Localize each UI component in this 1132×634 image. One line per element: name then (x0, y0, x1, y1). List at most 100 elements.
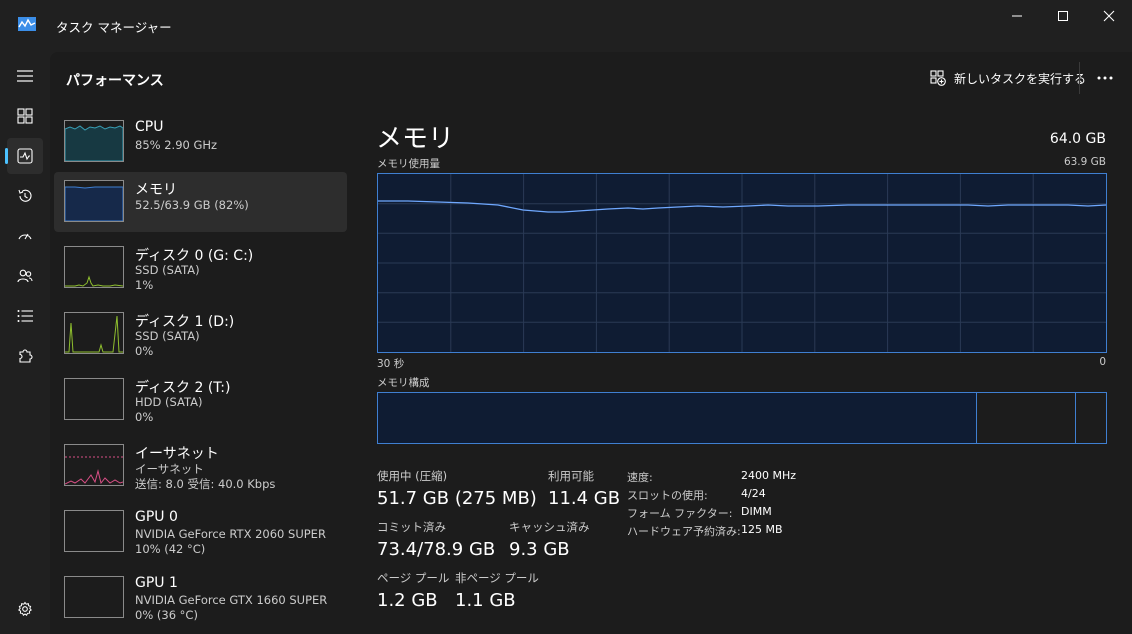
resource-usage: 1% (135, 278, 154, 292)
minimize-icon (1012, 15, 1022, 17)
minimize-button[interactable] (994, 0, 1040, 32)
resource-detail: NVIDIA GeForce RTX 2060 SUPER (135, 527, 326, 541)
resource-name: CPU (135, 119, 164, 135)
ethernet-thumbnail-graph (64, 444, 124, 486)
left-navigation (0, 52, 50, 634)
resource-name: ディスク 2 (T:) (135, 380, 231, 396)
resource-name: ディスク 0 (G: C:) (135, 248, 254, 264)
available-label: 利用可能 (548, 469, 594, 483)
run-task-icon (930, 70, 946, 86)
history-icon (18, 189, 32, 202)
resource-item-gpu-0[interactable]: GPU 0 NVIDIA GeForce RTX 2060 SUPER 10% … (54, 502, 347, 562)
committed-label: コミット済み (377, 520, 446, 534)
speed-value: 2400 MHz (741, 469, 797, 482)
maximize-icon (1058, 11, 1068, 21)
nav-details[interactable] (7, 298, 43, 334)
paged-pool-label: ページ プール (377, 571, 450, 585)
details-list-icon (17, 310, 33, 322)
close-icon (1103, 10, 1115, 22)
resource-detail: 85% 2.90 GHz (135, 138, 218, 152)
hardware-reserved-key: ハードウェア予約済み: (627, 525, 741, 538)
hamburger-icon (17, 70, 33, 82)
resource-item-memory[interactable]: メモリ 52.5/63.9 GB (82%) (54, 172, 347, 232)
resource-usage: 0% (36 °C) (135, 608, 198, 622)
disk-2-thumbnail-graph (64, 378, 124, 420)
gear-icon (18, 601, 32, 616)
detail-title: メモリ (376, 124, 455, 154)
main-content: パフォーマンス 新しいタスクを実行する CPU 85% 2.90 GHz メモリ… (50, 52, 1132, 634)
memory-composition-bar (377, 392, 1107, 444)
resource-name: GPU 1 (135, 575, 178, 591)
resource-item-disk-1[interactable]: ディスク 1 (D:) SSD (SATA) 0% (54, 304, 347, 364)
users-icon (17, 269, 33, 283)
disk-1-thumbnail-graph (64, 312, 124, 354)
form-factor-key: フォーム ファクター: (627, 507, 733, 520)
resource-usage: 0% (135, 344, 154, 358)
memory-thumbnail-graph (64, 180, 124, 222)
cached-label: キャッシュ済み (509, 520, 590, 534)
maximize-button[interactable] (1040, 0, 1086, 32)
nav-services[interactable] (7, 338, 43, 374)
resource-detail: HDD (SATA) (135, 395, 203, 409)
run-new-task-button[interactable]: 新しいタスクを実行する (930, 66, 1086, 90)
more-dots-icon (1097, 76, 1113, 80)
resource-detail: 52.5/63.9 GB (82%) (135, 198, 249, 212)
window-title: タスク マネージャー (56, 20, 172, 35)
resource-item-ethernet[interactable]: イーサネット イーサネット 送信: 8.0 受信: 40.0 Kbps (54, 436, 347, 496)
in-use-label: 使用中 (圧縮) (377, 469, 448, 483)
in-use-value: 51.7 GB (275 MB) (377, 488, 537, 509)
title-bar: タスク マネージャー (0, 0, 1132, 52)
resource-detail: SSD (SATA) (135, 263, 200, 277)
resource-item-gpu-1[interactable]: GPU 1 NVIDIA GeForce GTX 1660 SUPER 0% (… (54, 568, 347, 628)
resource-name: GPU 0 (135, 509, 178, 525)
nonpaged-pool-label: 非ページ プール (455, 571, 539, 585)
speed-key: 速度: (627, 471, 653, 484)
resource-item-disk-2[interactable]: ディスク 2 (T:) HDD (SATA) 0% (54, 370, 347, 430)
resource-usage: 送信: 8.0 受信: 40.0 Kbps (135, 477, 276, 491)
graph-time-end: 0 (1099, 356, 1106, 368)
composition-label: メモリ構成 (377, 377, 430, 389)
hardware-reserved-value: 125 MB (741, 523, 783, 536)
available-value: 11.4 GB (548, 488, 621, 509)
detail-total-capacity: 64.0 GB (1049, 131, 1106, 147)
nav-startup-apps[interactable] (7, 218, 43, 254)
committed-value: 73.4/78.9 GB (377, 539, 496, 560)
paged-pool-value: 1.2 GB (377, 590, 438, 611)
cached-value: 9.3 GB (509, 539, 570, 560)
disk-0-thumbnail-graph (64, 246, 124, 288)
composition-in-use (378, 393, 971, 443)
performance-icon (17, 148, 33, 164)
services-puzzle-icon (19, 349, 33, 363)
gpu-1-thumbnail-graph (64, 576, 124, 618)
usage-graph-label: メモリ使用量 (377, 158, 440, 170)
resource-name: メモリ (135, 182, 177, 198)
resource-item-disk-0[interactable]: ディスク 0 (G: C:) SSD (SATA) 1% (54, 238, 347, 298)
resource-usage: 10% (42 °C) (135, 542, 206, 556)
close-button[interactable] (1086, 0, 1132, 32)
nav-settings[interactable] (7, 591, 43, 627)
processes-grid-icon (17, 108, 33, 124)
memory-usage-graph (377, 173, 1107, 353)
more-options-button[interactable] (1090, 64, 1120, 92)
nav-users[interactable] (7, 258, 43, 294)
startup-speedometer-icon (18, 233, 32, 240)
nav-performance[interactable] (5, 138, 43, 174)
active-indicator (5, 148, 8, 164)
usage-graph-max: 63.9 GB (1063, 156, 1106, 168)
slots-used-value: 4/24 (741, 487, 766, 500)
task-manager-app-icon (18, 17, 36, 31)
slots-used-key: スロットの使用: (627, 489, 708, 502)
cpu-thumbnail-graph (64, 120, 124, 162)
form-factor-value: DIMM (741, 505, 772, 518)
nonpaged-pool-value: 1.1 GB (455, 590, 516, 611)
resource-detail: NVIDIA GeForce GTX 1660 SUPER (135, 593, 328, 607)
nav-app-history[interactable] (7, 178, 43, 214)
nav-processes[interactable] (7, 98, 43, 134)
graph-time-start: 30 秒 (377, 358, 405, 370)
gpu-0-thumbnail-graph (64, 510, 124, 552)
hamburger-menu-button[interactable] (7, 58, 43, 94)
resource-detail: イーサネット (135, 462, 204, 476)
resource-name: ディスク 1 (D:) (135, 314, 235, 330)
resource-item-cpu[interactable]: CPU 85% 2.90 GHz (54, 112, 347, 172)
page-title: パフォーマンス (66, 73, 164, 89)
